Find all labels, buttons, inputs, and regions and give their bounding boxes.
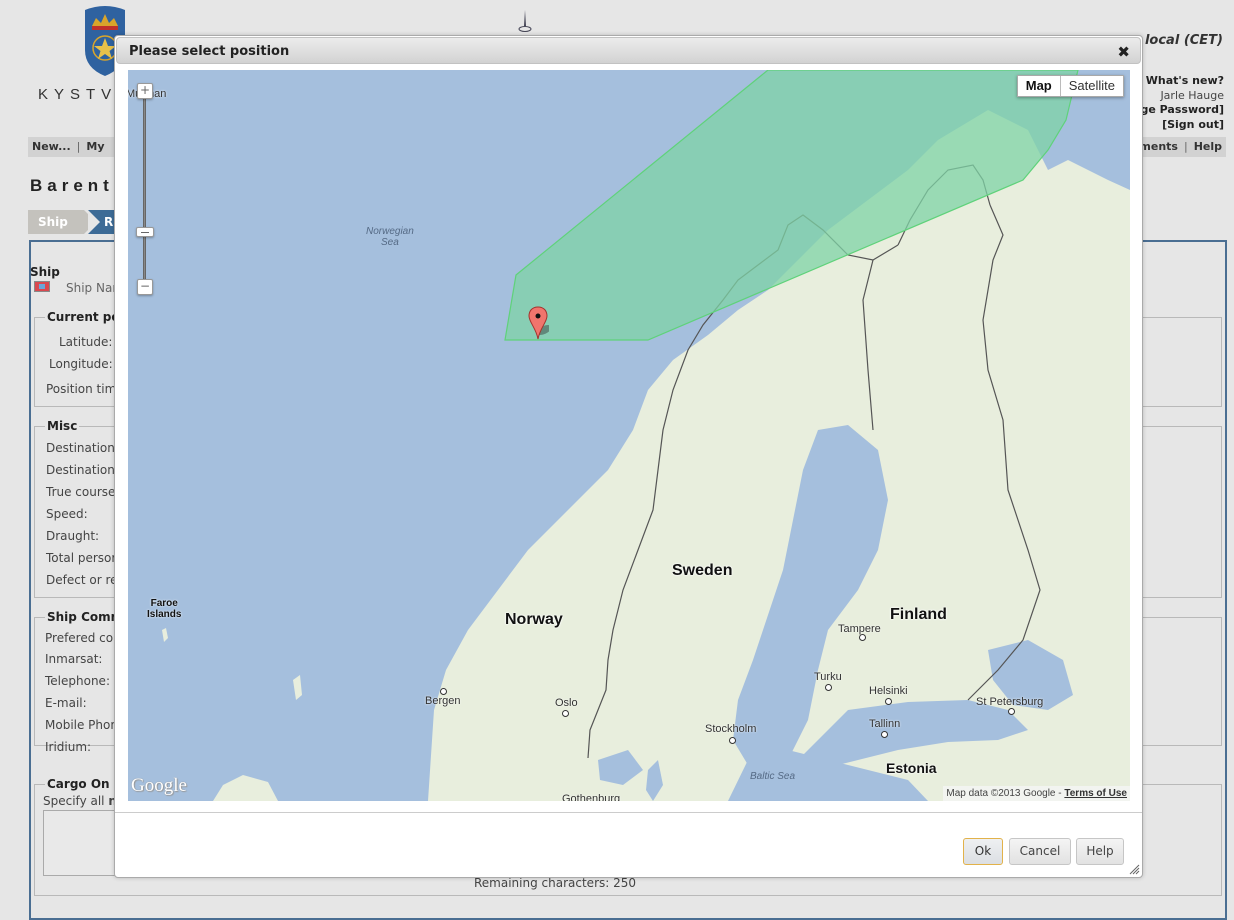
- country-label-estonia: Estonia: [886, 760, 937, 776]
- cargo-hint-text: Specify all: [43, 794, 109, 808]
- nav-documents[interactable]: ments: [1139, 140, 1178, 153]
- island-label-line: Faroe: [150, 598, 178, 609]
- user-links: 5 What's new? Jarle Hauge ge Password] […: [1134, 74, 1224, 132]
- city-label-helsinki: Helsinki: [869, 685, 908, 697]
- nav-my[interactable]: My: [86, 140, 104, 153]
- sign-out-link[interactable]: [Sign out]: [1134, 118, 1224, 133]
- shetland-island: [293, 675, 302, 700]
- city-label-tampere: Tampere: [838, 623, 881, 635]
- map-type-control: Map Satellite: [1016, 75, 1124, 97]
- map-attribution: Map data ©2013 Google - Terms of Use: [943, 786, 1130, 801]
- city-label-stockholm: Stockholm: [705, 723, 757, 735]
- zoom-slider-track[interactable]: [143, 97, 146, 290]
- scotland-coast: [213, 775, 278, 801]
- city-label-gothenburg: Gothenburg: [562, 793, 621, 801]
- resize-handle-icon[interactable]: [1128, 863, 1140, 875]
- map-type-map-button[interactable]: Map: [1018, 76, 1061, 96]
- destination-label: Destination:: [46, 441, 119, 455]
- help-button[interactable]: Help: [1076, 838, 1124, 865]
- pin-cursor-icon: [518, 10, 532, 32]
- city-label-oslo: Oslo: [555, 697, 578, 709]
- city-dot: [881, 731, 888, 738]
- map-geography: [162, 70, 1130, 801]
- nav-help[interactable]: Help: [1194, 140, 1222, 153]
- user-name: Jarle Hauge: [1160, 88, 1224, 102]
- island-label-line: Islands: [147, 609, 182, 620]
- nav-separator: |: [1183, 140, 1188, 153]
- change-password-link[interactable]: ge Password]: [1134, 103, 1225, 118]
- total-persons-label: Total persor: [46, 551, 117, 565]
- city-dot: [825, 684, 832, 691]
- city-dot: [859, 634, 866, 641]
- longitude-label: Longitude:: [49, 357, 113, 371]
- city-label-bergen: Bergen: [425, 695, 461, 707]
- map-canvas[interactable]: Murman + − Map Satellite NorwegianSea Fa…: [128, 70, 1130, 801]
- zoom-out-button[interactable]: −: [137, 279, 153, 295]
- speed-label: Speed:: [46, 507, 88, 521]
- select-position-dialog: Please select position ✖ + − Map Satelli…: [114, 35, 1143, 878]
- norwegian-sea-label: Norwegian Sea: [366, 226, 414, 248]
- mobile-phone-label: Mobile Phon: [45, 718, 118, 732]
- destination-eta-label: Destination: [46, 463, 115, 477]
- map-marker-icon[interactable]: [527, 306, 549, 342]
- iridium-label: Iridium:: [45, 740, 92, 754]
- dialog-divider: [115, 812, 1142, 813]
- latitude-label: Latitude:: [59, 335, 113, 349]
- sea-label-line: Norwegian: [366, 226, 414, 237]
- city-dot: [1008, 708, 1015, 715]
- zoom-slider-handle[interactable]: [136, 227, 154, 237]
- step-ship[interactable]: Ship: [28, 210, 96, 234]
- google-logo[interactable]: Google: [131, 775, 187, 797]
- city-dot: [562, 710, 569, 717]
- whats-new-link[interactable]: 5 What's new?: [1134, 74, 1224, 89]
- defect-label: Defect or re: [46, 573, 118, 587]
- cargo-hint: Specify all n: [43, 794, 117, 808]
- fieldset-legend: Cargo On E: [45, 777, 124, 791]
- timezone-label: s local (CET): [1132, 33, 1223, 48]
- fieldset-legend: Current po: [45, 310, 122, 324]
- city-dot: [729, 737, 736, 744]
- ship-heading: Ship: [30, 265, 60, 279]
- zoom-in-button[interactable]: +: [137, 83, 153, 99]
- city-label-st-petersburg: St Petersburg: [976, 696, 1044, 708]
- fieldset-legend: Misc: [45, 419, 80, 433]
- position-time-label: Position tim: [46, 382, 117, 396]
- true-course-label: True course: [46, 485, 116, 499]
- dialog-title: Please select position: [129, 44, 290, 59]
- city-label-tallinn: Tallinn: [869, 718, 901, 730]
- baltic-sea-label: Baltic Sea: [750, 771, 796, 782]
- close-icon[interactable]: ✖: [1117, 43, 1130, 61]
- country-label-finland: Finland: [890, 606, 947, 623]
- city-label-turku: Turku: [814, 671, 842, 683]
- preferred-comm-label: Prefered co: [45, 631, 114, 645]
- inmarsat-label: Inmarsat:: [45, 652, 103, 666]
- ok-button[interactable]: Ok: [963, 838, 1003, 865]
- email-label: E-mail:: [45, 696, 87, 710]
- attribution-text: Map data ©2013 Google -: [946, 788, 1065, 799]
- remaining-characters: Remaining characters: 250: [474, 876, 637, 890]
- faroe-islands-label: Faroe Islands: [147, 598, 181, 620]
- nav-new[interactable]: New...: [32, 140, 71, 153]
- page-title: Barent: [30, 176, 114, 195]
- ship-name-label: Ship Nar: [66, 281, 118, 295]
- cancel-button[interactable]: Cancel: [1009, 838, 1071, 865]
- flag-icon: [34, 281, 50, 292]
- country-label-sweden: Sweden: [672, 562, 733, 579]
- city-dot: [440, 688, 447, 695]
- terms-of-use-link[interactable]: Terms of Use: [1064, 788, 1127, 799]
- sea-label-line: Sea: [381, 237, 399, 248]
- country-label-norway: Norway: [505, 611, 563, 628]
- city-dot: [885, 698, 892, 705]
- map-type-satellite-button[interactable]: Satellite: [1061, 76, 1123, 96]
- dialog-titlebar[interactable]: Please select position ✖: [116, 37, 1141, 64]
- telephone-label: Telephone:: [45, 674, 110, 688]
- nav-separator: |: [76, 140, 81, 153]
- faroe-island: [162, 628, 168, 642]
- draught-label: Draught:: [46, 529, 100, 543]
